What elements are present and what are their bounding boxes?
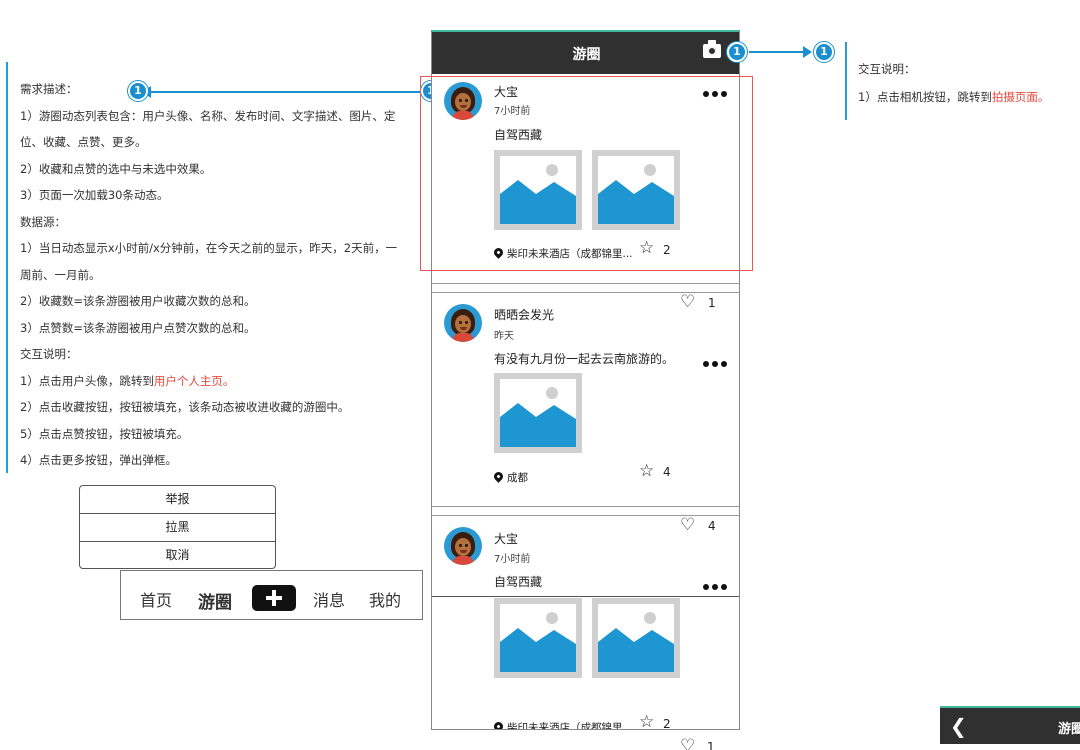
connector-arrow — [803, 46, 812, 58]
star-count: 2 — [663, 717, 671, 730]
star-icon[interactable]: ☆ — [639, 463, 654, 480]
location-text: 成都 — [507, 472, 528, 484]
req-line: 2）收藏和点赞的选中与未选中效果。 — [20, 161, 212, 176]
req-line: 需求描述： — [20, 82, 78, 96]
nav-bar: 游圈 — [432, 30, 739, 74]
avatar[interactable] — [444, 527, 482, 565]
req-line: 周前、一月前。 — [20, 267, 101, 282]
user-homepage-link[interactable]: 用户个人主页。 — [154, 374, 235, 388]
back-icon[interactable]: ❮ — [950, 714, 967, 738]
interaction-camera-line: 1）点击相机按钮，跳转到拍摄页面。 — [858, 88, 1049, 116]
req-line: 1）当日动态显示x小时前/x分钟前，在今天之前的显示，昨天，2天前，一 — [20, 241, 398, 255]
annotation-marker[interactable]: 1 — [727, 42, 747, 62]
post-time: 7小时前 — [494, 554, 531, 565]
req-avatar-prefix: 1）点击用户头像，跳转到 — [20, 373, 154, 388]
req-line: 4）点击更多按钮，弹出弹框。 — [20, 453, 177, 467]
cancel-option[interactable]: 取消 — [80, 542, 275, 568]
tab-circle[interactable]: 游圈 — [198, 588, 232, 613]
user-name[interactable]: 晒晒会发光 — [494, 306, 554, 323]
tab-home[interactable]: 首页 — [140, 587, 172, 611]
more-icon[interactable] — [703, 580, 730, 590]
report-option[interactable]: 举报 — [80, 486, 275, 514]
tab-mine[interactable]: 我的 — [369, 587, 401, 611]
req-line: 1）游圈动态列表包含：用户头像、名称、发布时间、文字描述、图片、定 — [20, 108, 396, 123]
bottom-tab-bar: 首页 游圈 消息 我的 — [120, 570, 423, 620]
req-line-avatar-action: 1）点击用户头像，跳转到用户个人主页。 — [20, 372, 415, 399]
like-count: 1 — [708, 296, 716, 310]
avatar[interactable] — [444, 304, 482, 342]
req-line: 2）点击收藏按钮，按钮被填充，该条动态被收进收藏的游圈中。 — [20, 400, 350, 414]
second-screen-title: 游圈 — [1058, 722, 1080, 737]
camera-action-prefix: 1）点击相机按钮，跳转到 — [858, 90, 992, 104]
tab-messages[interactable]: 消息 — [313, 587, 345, 611]
capture-page-link[interactable]: 拍摄页面。 — [992, 90, 1050, 104]
post-item: ♡ 1 晒晒会发光 昨天 有没有九月份一起去云南旅游的。 成都 ☆ 4 — [432, 294, 739, 504]
image-placeholder-icon[interactable] — [494, 598, 582, 678]
location-pin-icon — [492, 470, 505, 483]
image-placeholder-icon[interactable] — [494, 373, 582, 453]
post-text: 自驾西藏 — [494, 575, 543, 589]
req-line: 交互说明： — [20, 347, 78, 361]
star-count: 4 — [663, 465, 671, 479]
second-screen-nav: ❮ 游圈 — [940, 706, 1080, 744]
interaction-bar — [845, 42, 847, 120]
image-placeholder-icon[interactable] — [592, 598, 680, 678]
plus-icon[interactable] — [252, 585, 296, 611]
location-pin-icon — [492, 720, 505, 729]
req-line: 位、收藏、点赞、更多。 — [20, 135, 147, 149]
heart-icon[interactable]: ♡ — [680, 738, 695, 750]
req-line: 3）页面一次加载30条动态。 — [20, 188, 169, 202]
interaction-panel: 交互说明： 1）点击相机按钮，跳转到拍摄页面。 — [858, 60, 1049, 116]
location[interactable]: 柴印未来酒店（成都锦里... — [492, 720, 633, 730]
annotation-marker[interactable]: 1 — [814, 42, 834, 62]
divider — [432, 596, 739, 597]
connector-line — [150, 91, 430, 93]
page-title: 游圈 — [572, 47, 601, 63]
more-actions-popup: 举报 拉黑 取消 — [79, 485, 276, 569]
star-icon[interactable]: ☆ — [639, 714, 654, 730]
location-text: 柴印未来酒店（成都锦里... — [507, 722, 633, 730]
connector-line — [749, 51, 805, 53]
annotation-marker[interactable]: 1 — [128, 81, 148, 101]
more-icon[interactable] — [703, 357, 730, 367]
location[interactable]: 成都 — [492, 470, 528, 485]
like-count: 1 — [707, 740, 715, 750]
post-item: ♡ 4 大宝 7小时前 自驾西藏 柴印未来酒店（成都锦里... ☆ 2 — [432, 517, 739, 730]
post-text: 有没有九月份一起去云南旅游的。 — [494, 352, 675, 366]
req-line: 2）收藏数=该条游圈被用户收藏次数的总和。 — [20, 294, 256, 308]
like-count: 4 — [708, 519, 716, 533]
user-name[interactable]: 大宝 — [494, 530, 518, 547]
req-line: 数据源： — [20, 214, 66, 229]
post-time: 昨天 — [494, 331, 514, 342]
requirements-bar — [6, 62, 8, 473]
camera-icon[interactable] — [703, 40, 721, 58]
req-line: 5）点击点赞按钮，按钮被填充。 — [20, 426, 189, 441]
block-option[interactable]: 拉黑 — [80, 514, 275, 542]
heart-icon[interactable]: ♡ — [680, 294, 695, 311]
post-highlight-box — [420, 76, 753, 271]
heart-icon[interactable]: ♡ — [680, 517, 695, 534]
req-line: 3）点赞数=该条游圈被用户点赞次数的总和。 — [20, 320, 256, 335]
requirements-panel: 需求描述： 1）游圈动态列表包含：用户头像、名称、发布时间、文字描述、图片、定 … — [20, 80, 415, 478]
interaction-title: 交互说明： — [858, 62, 916, 76]
